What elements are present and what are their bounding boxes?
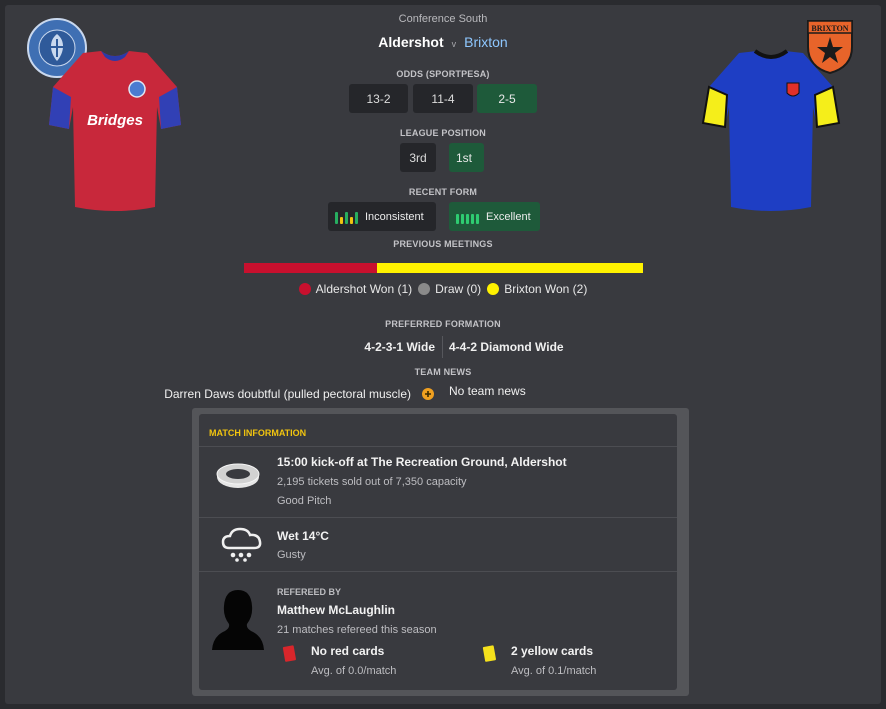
wind-condition: Gusty [277,549,306,561]
divider [199,446,677,447]
match-information-title: MATCH INFORMATION [209,428,307,438]
league-position-label: LEAGUE POSITION [399,128,486,138]
form-bars-icon [456,210,479,224]
weather-condition: Wet 14°C [277,529,329,543]
home-formation[interactable]: 4-2-3-1 Wide [364,340,435,354]
yellow-cards-average: Avg. of 0.1/match [511,665,597,677]
referee-name[interactable]: Matthew McLaughlin [277,603,395,617]
match-information-card: MATCH INFORMATION 15:00 kick-off at The … [199,414,677,690]
formation-divider [442,336,443,358]
legend-draw: Draw (0) [418,282,481,296]
home-team-name[interactable]: Aldershot [378,34,443,50]
meetings-bar-away-segment [377,263,643,273]
injury-plus-icon [422,388,434,400]
legend-home: Aldershot Won (1) [298,282,413,296]
red-dot-icon [298,283,311,295]
away-formation[interactable]: 4-4-2 Diamond Wide [449,340,564,354]
refereed-by-label: REFEREED BY [277,587,342,597]
odds-label: ODDS (SPORTPESA) [396,69,490,79]
home-form-text: Inconsistent [365,210,424,223]
rain-cloud-icon [221,527,262,562]
pitch-condition: Good Pitch [277,495,332,507]
home-sponsor-text: Bridges [87,112,143,129]
divider [199,571,677,572]
previous-meetings-label: PREVIOUS MEETINGS [393,239,493,249]
referee-silhouette-icon[interactable] [211,586,265,650]
competition-name: Conference South [398,13,488,25]
form-bars-icon [335,210,358,224]
recent-form-label: RECENT FORM [408,187,478,197]
red-card-icon [282,645,296,662]
previous-meetings-legend: Aldershot Won (1) Draw (0) Brixton Won (… [0,282,886,296]
away-badge-text: BRIXTON [811,24,848,33]
stadium-icon [216,463,260,488]
away-team-news: No team news [449,384,526,398]
yellow-dot-icon [487,283,500,295]
preferred-formation-label: PREFERRED FORMATION [385,319,501,329]
team-news-label: TEAM NEWS [414,367,472,377]
versus-label: v [451,39,457,49]
legend-away-label: Brixton Won (2) [504,282,588,296]
tickets-sold: 2,195 tickets sold out of 7,350 capacity [277,476,467,488]
odds-home: 13-2 [349,84,408,113]
meetings-bar-home-segment [244,263,377,273]
home-league-position: 3rd [400,143,436,172]
odds-draw: 11-4 [413,84,473,113]
previous-meetings-bar [244,263,643,273]
away-form-text: Excellent [486,210,531,223]
odds-away: 2-5 [477,84,537,113]
away-recent-form[interactable]: Excellent [449,202,540,231]
legend-home-label: Aldershot Won (1) [315,282,413,296]
legend-away: Brixton Won (2) [487,282,587,296]
red-cards-count: No red cards [311,644,385,658]
divider [199,517,677,518]
home-team-news[interactable]: Darren Daws doubtful (pulled pectoral mu… [164,387,411,401]
home-recent-form[interactable]: Inconsistent [328,202,436,231]
match-information-panel: MATCH INFORMATION 15:00 kick-off at The … [192,408,689,696]
yellow-cards-count: 2 yellow cards [511,644,594,658]
yellow-card-icon [482,645,496,662]
legend-draw-label: Draw (0) [435,282,482,296]
red-cards-average: Avg. of 0.0/match [311,665,397,677]
grey-dot-icon [418,283,431,295]
away-team-name[interactable]: Brixton [464,34,508,50]
fixture-title: Aldershot v Brixton [0,34,886,50]
away-league-position: 1st [449,143,484,172]
referee-matches: 21 matches refereed this season [277,624,437,636]
kickoff-venue[interactable]: 15:00 kick-off at The Recreation Ground,… [277,455,567,469]
